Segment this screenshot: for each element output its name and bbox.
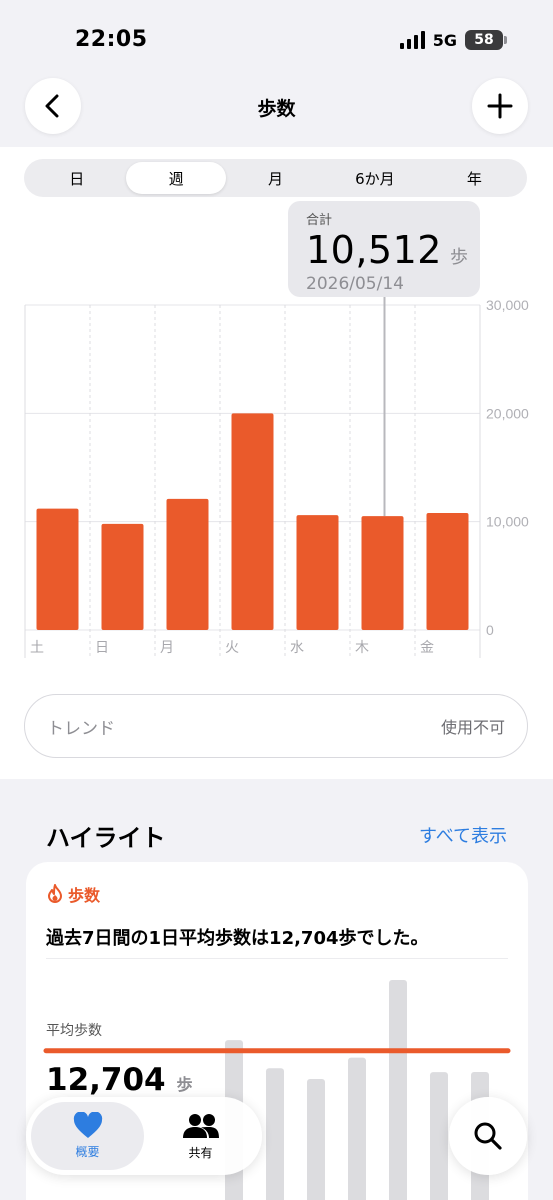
plus-icon xyxy=(487,93,513,119)
tooltip-value-row: 10,512 歩 xyxy=(306,228,468,272)
segment-week[interactable]: 週 xyxy=(126,162,226,194)
trend-value: 使用不可 xyxy=(440,718,505,737)
average-unit: 歩 xyxy=(176,1075,193,1094)
y-tick-label: 20,000 xyxy=(486,405,529,421)
tooltip-value: 10,512 xyxy=(306,228,442,272)
people-icon xyxy=(182,1113,219,1138)
segment-year[interactable]: 年 xyxy=(425,162,524,194)
status-time: 22:05 xyxy=(75,27,148,52)
mini-chart-bar xyxy=(430,1072,448,1200)
y-tick-label: 10,000 xyxy=(486,514,529,530)
chart-bar[interactable] xyxy=(101,523,144,630)
segment-6months[interactable]: 6か月 xyxy=(325,162,424,194)
segment-month[interactable]: 月 xyxy=(226,162,325,194)
chart-bar[interactable] xyxy=(231,413,274,630)
tab-bar: 概要 共有 xyxy=(26,1097,262,1175)
status-indicators: 5G 58 xyxy=(399,30,507,50)
chart-bar[interactable] xyxy=(426,513,469,630)
card-category: 歩数 xyxy=(68,886,101,905)
x-tick-label: 月 xyxy=(160,640,174,656)
average-value: 12,704 xyxy=(46,1062,166,1098)
chart-bar[interactable] xyxy=(361,516,404,630)
signal-icon xyxy=(399,31,425,49)
mini-chart-bar xyxy=(389,980,407,1200)
flame-icon xyxy=(48,884,62,903)
mini-chart-bar xyxy=(307,1078,325,1200)
network-type: 5G xyxy=(432,30,457,50)
period-selector: 日 週 月 6か月 年 xyxy=(24,159,527,197)
x-tick-label: 日 xyxy=(95,640,109,656)
trend-label: トレンド xyxy=(47,718,115,739)
heart-icon xyxy=(73,1112,102,1138)
show-all-link[interactable]: すべて表示 xyxy=(419,822,507,848)
battery-icon: 58 xyxy=(465,30,507,50)
card-summary: 過去7日間の1日平均歩数は12,704歩でした。 xyxy=(46,928,429,949)
steps-chart-panel: 日 週 月 6か月 年 0 10,000 20,000 30,000 土日月火水木金 合… xyxy=(0,147,553,779)
chart-bar[interactable] xyxy=(166,498,209,630)
average-label: 平均歩数 xyxy=(46,1023,102,1039)
x-tick-label: 水 xyxy=(290,640,304,656)
card-divider xyxy=(46,958,508,959)
tab-summary-label: 概要 xyxy=(75,1145,100,1159)
tab-sharing-label: 共有 xyxy=(188,1145,213,1160)
chart-bar[interactable] xyxy=(296,515,339,630)
y-tick-label: 30,000 xyxy=(486,297,529,313)
page-title: 歩数 xyxy=(257,98,296,120)
highlights-title: ハイライト xyxy=(46,824,166,852)
add-button[interactable] xyxy=(472,78,528,134)
y-tick-label: 0 xyxy=(486,622,494,638)
tooltip-unit: 歩 xyxy=(449,247,468,268)
status-bar: 22:05 5G 58 xyxy=(0,0,553,80)
mini-chart-bar xyxy=(266,1068,284,1200)
tooltip-label: 合計 xyxy=(306,213,333,228)
trend-row[interactable]: トレンド 使用不可 xyxy=(24,694,528,758)
card-header: 歩数 xyxy=(46,882,100,906)
x-tick-label: 木 xyxy=(355,640,369,656)
battery-level: 58 xyxy=(474,32,494,48)
chart-bar[interactable] xyxy=(36,508,79,630)
mini-chart-bar xyxy=(348,1057,366,1200)
search-button[interactable] xyxy=(449,1097,527,1175)
tooltip-date: 2026/05/14 xyxy=(306,274,404,294)
selection-tooltip: 合計 10,512 歩 2026/05/14 xyxy=(288,201,480,297)
average-value-row: 12,704 歩 xyxy=(46,1062,192,1098)
x-tick-label: 土 xyxy=(30,640,44,656)
x-tick-label: 金 xyxy=(420,640,434,656)
x-tick-label: 火 xyxy=(225,640,239,656)
segment-day[interactable]: 日 xyxy=(27,162,126,194)
steps-bar-chart[interactable]: 0 10,000 20,000 30,000 土 日 月 火 水 木 金 xyxy=(0,297,553,662)
search-icon xyxy=(474,1122,502,1150)
tab-summary[interactable]: 概要 xyxy=(31,1102,144,1170)
tab-sharing[interactable]: 共有 xyxy=(144,1102,257,1170)
